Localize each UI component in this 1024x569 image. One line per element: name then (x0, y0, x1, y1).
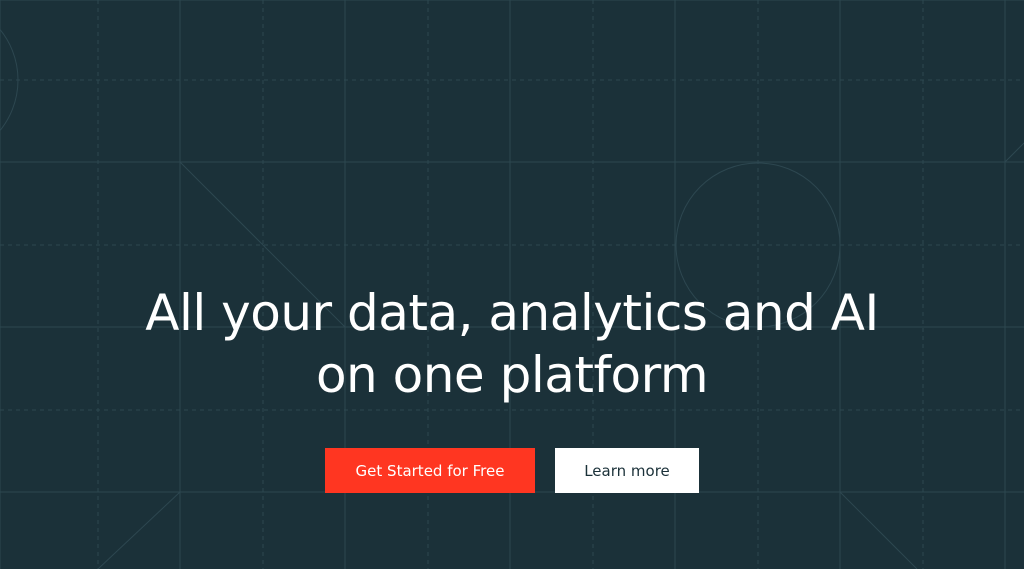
headline-line-1: All your data, analytics and AI (145, 284, 879, 342)
cta-group: Get Started for Free Learn more (0, 448, 1024, 493)
get-started-button[interactable]: Get Started for Free (325, 448, 535, 493)
hero-content: All your data, analytics and AI on one p… (0, 282, 1024, 493)
headline-line-2: on one platform (315, 346, 709, 404)
learn-more-button[interactable]: Learn more (555, 448, 699, 493)
hero-headline: All your data, analytics and AI on one p… (0, 282, 1024, 406)
hero-section: All your data, analytics and AI on one p… (0, 0, 1024, 569)
